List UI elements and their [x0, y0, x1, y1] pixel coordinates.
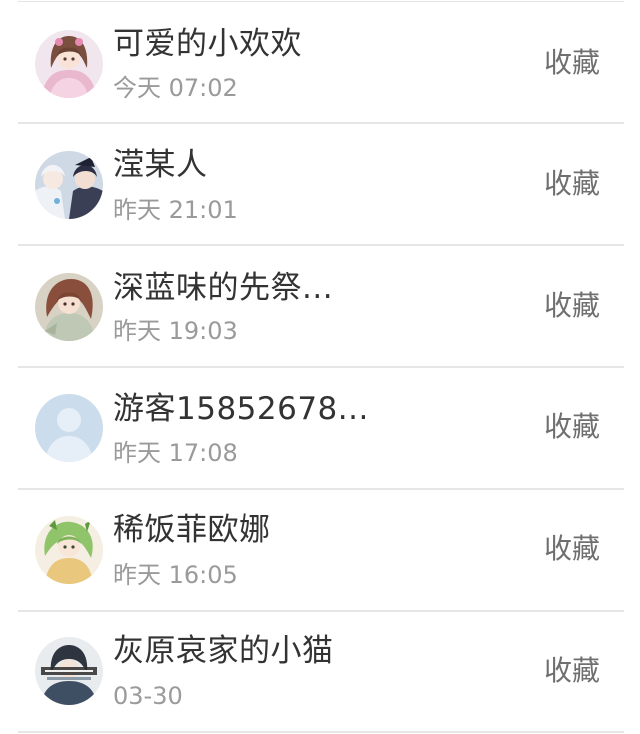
list-item[interactable]: 游客15852678... 昨天 17:08 收藏 — [0, 368, 640, 489]
favorite-button[interactable]: 收藏 — [544, 45, 600, 81]
default-user-avatar[interactable] — [35, 394, 103, 462]
list-item[interactable]: 稀饭菲欧娜 昨天 16:05 收藏 — [0, 490, 640, 611]
anime-girl-green-hair-avatar[interactable] — [35, 516, 103, 584]
anime-character-text-avatar[interactable] — [35, 637, 103, 705]
item-name: 灰原哀家的小猫 — [113, 633, 334, 669]
item-name: 游客15852678... — [113, 391, 369, 427]
list-item[interactable]: 滢某人 昨天 21:01 收藏 — [0, 124, 640, 245]
item-name: 可爱的小欢欢 — [113, 26, 302, 62]
list-item[interactable]: 深蓝味的先祭... 昨天 19:03 收藏 — [0, 246, 640, 367]
item-time: 昨天 19:03 — [113, 317, 238, 345]
favorite-button[interactable]: 收藏 — [544, 288, 600, 324]
favorite-button[interactable]: 收藏 — [544, 166, 600, 202]
item-name: 滢某人 — [113, 147, 208, 183]
row-divider — [18, 731, 624, 733]
item-time: 今天 07:02 — [113, 74, 238, 102]
list-item[interactable]: 灰原哀家的小猫 03-30 收藏 — [0, 612, 640, 733]
item-time: 昨天 16:05 — [113, 561, 238, 589]
item-time: 昨天 17:08 — [113, 439, 238, 467]
list-item[interactable]: 可爱的小欢欢 今天 07:02 收藏 — [0, 2, 640, 123]
favorite-button[interactable]: 收藏 — [544, 531, 600, 567]
item-name: 深蓝味的先祭... — [113, 270, 334, 306]
anime-couple-avatar[interactable] — [35, 151, 103, 219]
item-time: 昨天 21:01 — [113, 196, 238, 224]
favorite-button[interactable]: 收藏 — [544, 653, 600, 689]
anime-girl-pink-dress-avatar[interactable] — [35, 30, 103, 98]
item-time: 03-30 — [113, 682, 183, 710]
anime-girl-brown-hair-avatar[interactable] — [35, 273, 103, 341]
item-name: 稀饭菲欧娜 — [113, 512, 271, 548]
favorite-button[interactable]: 收藏 — [544, 409, 600, 445]
